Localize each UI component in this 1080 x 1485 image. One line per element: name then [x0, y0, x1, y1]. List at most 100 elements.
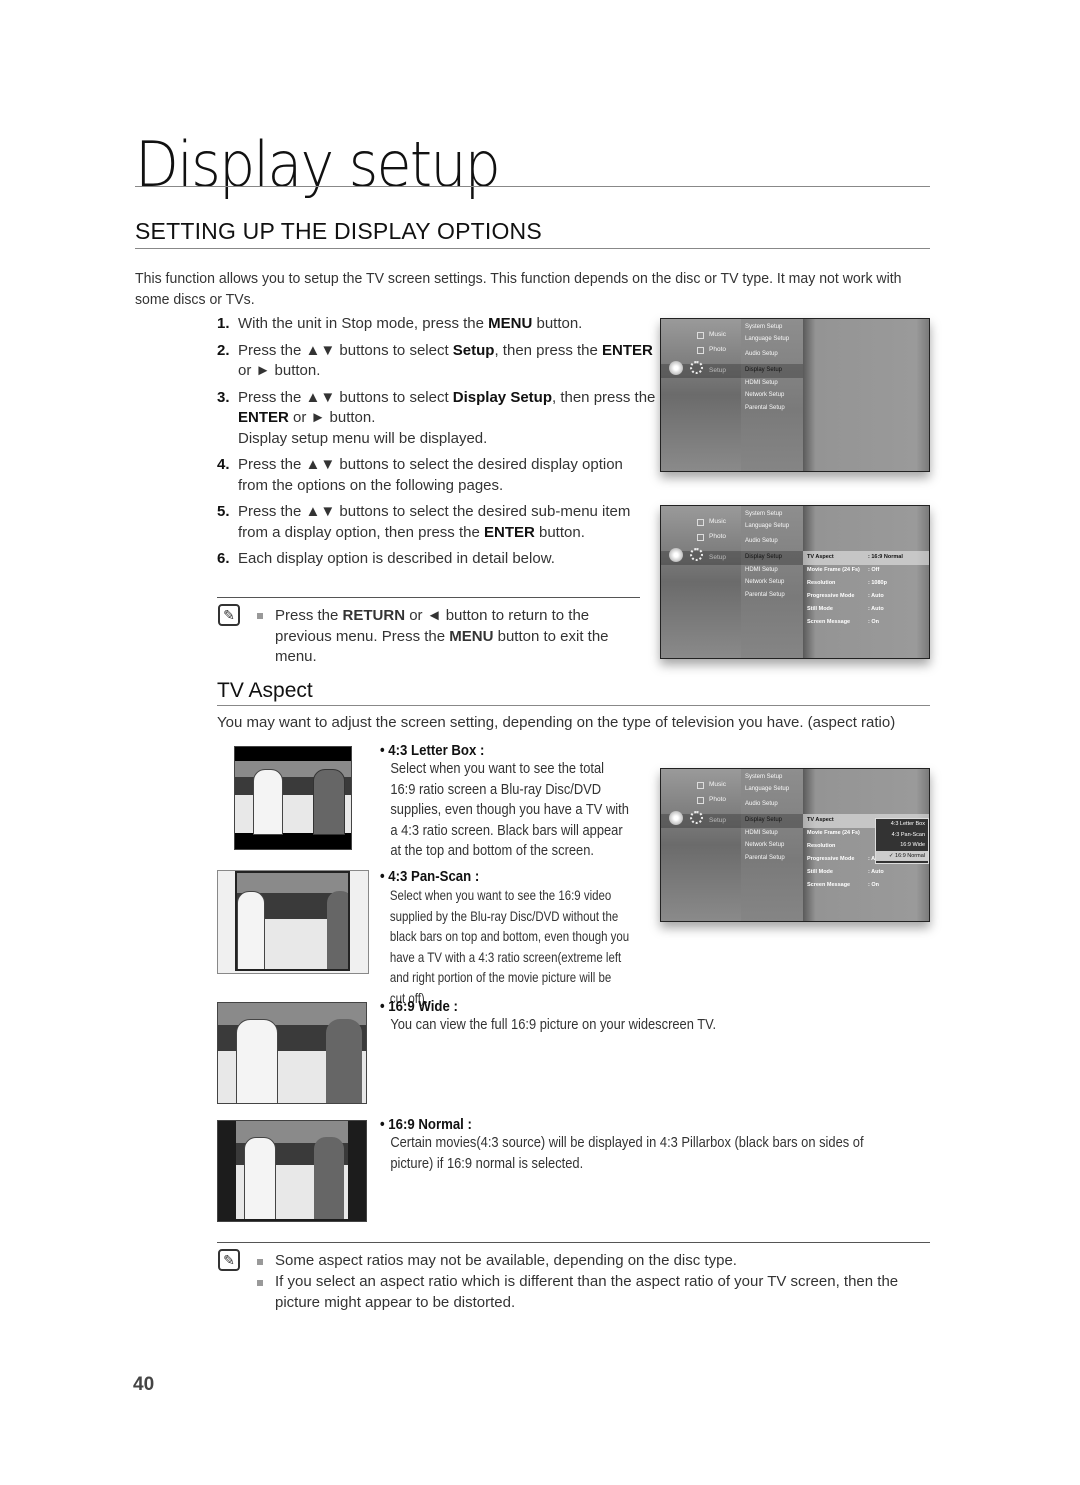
tv-aspect-heading: TV Aspect: [217, 679, 313, 702]
option-value: : Auto: [868, 593, 884, 599]
option-heading: • 4:3 Letter Box :: [380, 742, 485, 759]
step-item: 1. With the unit in Stop mode, press the …: [217, 314, 657, 335]
text-run: Display setup menu will be displayed.: [238, 429, 488, 447]
step-item: 2. Press the ▲▼ buttons to select Setup, …: [217, 341, 657, 382]
option-letterbox: • 4:3 Letter Box : Select when you want …: [380, 742, 670, 862]
note-item: Some aspect ratios may not be available,…: [275, 1252, 737, 1269]
man-figure: [236, 1019, 278, 1103]
aspect-option: 4:3 Pan-Scan: [891, 831, 925, 838]
step-item: 6. Each display option is described in de…: [217, 549, 657, 570]
bullet-square-icon: [257, 1259, 263, 1265]
woman-figure: [327, 891, 348, 969]
option-label: Movie Frame (24 Fs): [807, 830, 860, 836]
text-run: Press the ▲▼ buttons to select: [238, 341, 453, 359]
bold-keyword: RETURN: [342, 607, 406, 624]
step-number: 2.: [217, 341, 230, 359]
aspect-option: 16:9 Wide: [900, 842, 925, 848]
section-intro: This function allows you to setup the TV…: [135, 270, 902, 308]
option-label: Screen Message: [807, 619, 851, 625]
bold-keyword: ENTER: [602, 341, 653, 359]
page-title: Display setup: [135, 128, 501, 201]
tv-aspect-divider: [217, 705, 930, 706]
option-value: : Auto: [868, 869, 884, 875]
menu-item-setup: Setup: [709, 367, 726, 374]
setup-item: HDMI Setup: [745, 380, 778, 386]
option-label: Progressive Mode: [807, 856, 855, 862]
option-label: Movie Frame (24 Fs): [807, 567, 860, 573]
menu-item-photo: Photo: [709, 533, 726, 540]
text-run: button.: [534, 523, 585, 541]
option-value: : 16:9 Normal: [868, 554, 903, 560]
section-heading: SETTING UP THE DISPLAY OPTIONS: [135, 218, 542, 244]
menu-item-music: Music: [709, 518, 726, 525]
option-label: TV Aspect: [807, 817, 834, 823]
illustration-letterbox: [234, 746, 352, 850]
music-icon: [697, 782, 704, 789]
illustration-normal: [217, 1120, 367, 1222]
gear-icon: [690, 361, 703, 374]
aspect-popup: 4:3 Letter Box 4:3 Pan-Scan 16:9 Wide ✓ …: [875, 818, 929, 864]
tv-aspect-intro: You may want to adjust the screen settin…: [217, 714, 896, 731]
text-run: Press the ▲▼ buttons to select: [238, 388, 453, 406]
menu-screenshot-setup: Music Photo Setup System Setup Language …: [660, 318, 930, 472]
option-label: Still Mode: [807, 869, 833, 875]
setup-item: HDMI Setup: [745, 830, 778, 836]
setup-item: System Setup: [745, 324, 783, 330]
photo-icon: [697, 347, 704, 354]
bold-keyword: MENU: [449, 627, 494, 645]
option-label: Screen Message: [807, 882, 851, 888]
step-text: Press the ▲▼ buttons to select the desir…: [238, 503, 630, 541]
option-heading: • 16:9 Wide :: [380, 998, 458, 1015]
option-description: Certain movies(4:3 source) will be displ…: [390, 1134, 864, 1172]
note-divider: [217, 1242, 930, 1243]
setup-item: HDMI Setup: [745, 567, 778, 573]
option-description: Select when you want to see the 16:9 vid…: [389, 887, 630, 1006]
music-icon: [697, 332, 704, 339]
menu-item-music: Music: [709, 331, 726, 338]
text-run: Each display option is described in deta…: [238, 550, 555, 567]
menu-screenshot-display: Music Photo Setup System Setup Language …: [660, 505, 930, 659]
menu-item-setup: Setup: [709, 554, 726, 561]
option-wide: • 16:9 Wide : You can view the full 16:9…: [380, 998, 940, 1036]
step-text: Press the ▲▼ buttons to select Display S…: [238, 389, 655, 447]
step-text: Press the ▲▼ buttons to select the desir…: [238, 456, 623, 494]
steps-list: 1. With the unit in Stop mode, press the …: [217, 314, 657, 576]
option-label: Still Mode: [807, 606, 833, 612]
text-run: With the unit in Stop mode, press the: [238, 315, 489, 332]
bold-keyword: ENTER: [238, 409, 289, 426]
disc-icon: [669, 548, 683, 562]
menu-item-photo: Photo: [709, 346, 726, 353]
note-text: Press the RETURN or ◄ button to return t…: [275, 606, 645, 668]
menu-item-setup: Setup: [709, 817, 726, 824]
setup-item: Network Setup: [745, 579, 785, 585]
title-divider: [135, 186, 930, 187]
setup-item: System Setup: [745, 774, 783, 780]
text-run: Press the ▲▼ buttons to select the desir…: [238, 456, 623, 494]
man-figure: [237, 891, 265, 969]
menu-screenshot-aspect-popup: Music Photo Setup System Setup Language …: [660, 768, 930, 922]
option-heading: • 16:9 Normal :: [380, 1116, 472, 1133]
step-item: 5. Press the ▲▼ buttons to select the des…: [217, 502, 657, 543]
woman-figure: [314, 1137, 344, 1219]
step-number: 3.: [217, 388, 230, 406]
option-value: : Auto: [868, 606, 884, 612]
gear-icon: [690, 811, 703, 824]
setup-item: Language Setup: [745, 523, 790, 529]
photo-icon: [697, 797, 704, 804]
illustration-panscan: [217, 870, 369, 974]
note-pencil-icon: ✎: [218, 1249, 240, 1271]
woman-figure: [313, 769, 345, 835]
man-figure: [244, 1137, 276, 1219]
step-number: 1.: [217, 315, 230, 332]
bullet-square-icon: [257, 1280, 263, 1286]
setup-item: Audio Setup: [745, 351, 778, 357]
aspect-option: 4:3 Letter Box: [890, 821, 925, 827]
option-description: You can view the full 16:9 picture on yo…: [390, 1016, 717, 1033]
note-pencil-icon: ✎: [218, 604, 240, 626]
text-run: or ► button.: [288, 409, 376, 426]
option-value: : On: [868, 619, 879, 625]
option-heading: • 4:3 Pan-Scan :: [380, 868, 480, 885]
step-text: Each display option is described in deta…: [238, 550, 555, 567]
disc-icon: [669, 811, 683, 825]
setup-item: Language Setup: [745, 786, 790, 792]
